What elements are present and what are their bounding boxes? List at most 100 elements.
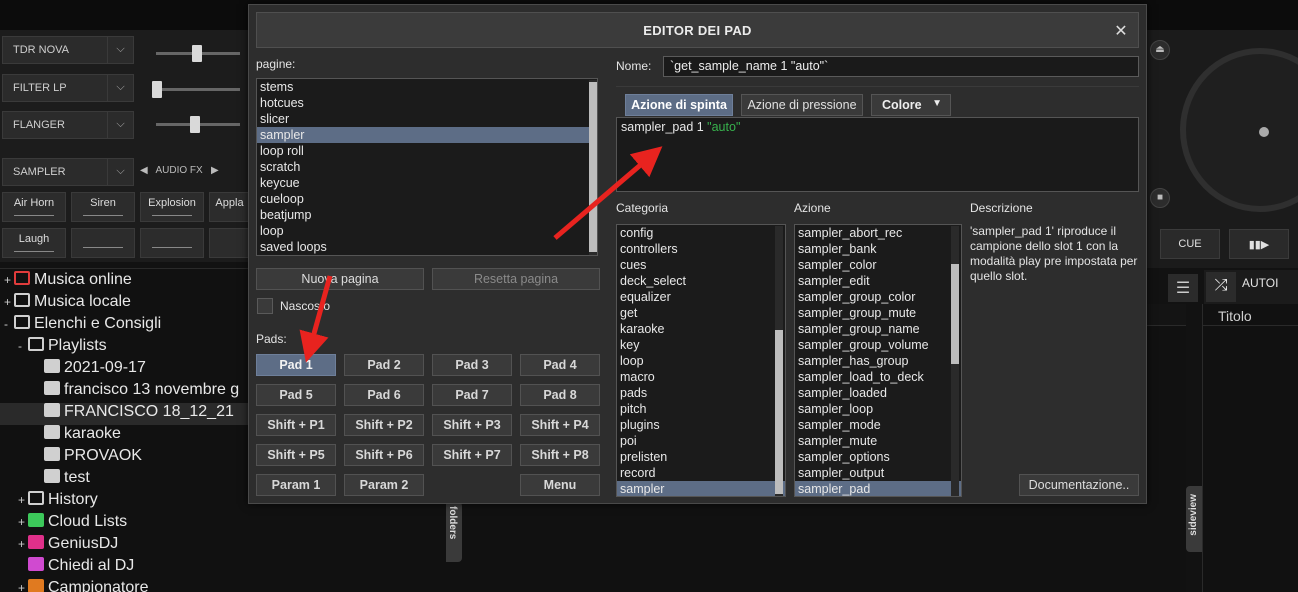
- category-list-item[interactable]: get: [617, 305, 785, 321]
- pad-button[interactable]: Shift + P7: [432, 444, 512, 466]
- tree-item-playlist[interactable]: PROVAOK: [44, 447, 142, 469]
- tab-press-action[interactable]: Azione di spinta: [625, 94, 733, 116]
- category-list-item[interactable]: loop: [617, 353, 785, 369]
- pad-button[interactable]: Shift + P5: [256, 444, 336, 466]
- tree-item-playlists[interactable]: - Playlists: [18, 337, 107, 359]
- tab-hold-action[interactable]: Azione di pressione: [741, 94, 863, 116]
- documentation-button[interactable]: Documentazione..: [1019, 474, 1139, 496]
- menu-button[interactable]: Menu: [520, 474, 600, 496]
- page-list-item[interactable]: saved loops: [257, 239, 597, 255]
- fx-slider-1[interactable]: [156, 45, 240, 62]
- pad-button[interactable]: Pad 6: [344, 384, 424, 406]
- action-list-item[interactable]: sampler_loop: [795, 401, 961, 417]
- page-list-item[interactable]: cueloop: [257, 191, 597, 207]
- folders-tab[interactable]: folders: [446, 502, 462, 562]
- category-list-item[interactable]: prelisten: [617, 449, 785, 465]
- tree-item-ask-dj[interactable]: Chiedi al DJ: [28, 557, 134, 579]
- pad-button[interactable]: Shift + P2: [344, 414, 424, 436]
- sampler-button-siren[interactable]: Siren: [71, 192, 135, 222]
- page-list-item[interactable]: sampler: [257, 127, 597, 143]
- stop-icon[interactable]: ■: [1150, 188, 1170, 208]
- script-editor[interactable]: sampler_pad 1 "auto": [616, 117, 1139, 192]
- action-list-item[interactable]: sampler_edit: [795, 273, 961, 289]
- category-list-item[interactable]: sampler: [617, 481, 785, 496]
- fx-select-2[interactable]: FILTER LP ⌵: [2, 74, 134, 102]
- category-list-item[interactable]: key: [617, 337, 785, 353]
- page-list-item[interactable]: slicer: [257, 111, 597, 127]
- tree-item-sampler[interactable]: + Campionatore: [18, 579, 149, 592]
- sampler-button-air-horn[interactable]: Air Horn: [2, 192, 66, 222]
- page-list-item[interactable]: scratch: [257, 159, 597, 175]
- action-list-item[interactable]: sampler_has_group: [795, 353, 961, 369]
- fx-slider-3[interactable]: [156, 116, 240, 133]
- page-list-item[interactable]: keycue: [257, 175, 597, 191]
- param1-button[interactable]: Param 1: [256, 474, 336, 496]
- page-list-item[interactable]: loop: [257, 223, 597, 239]
- page-list-item[interactable]: hotcues: [257, 95, 597, 111]
- action-list-item[interactable]: sampler_group_color: [795, 289, 961, 305]
- sampler-button-applause[interactable]: Appla: [209, 192, 250, 222]
- tree-item-history[interactable]: + History: [18, 491, 98, 513]
- action-list-item[interactable]: sampler_load_to_deck: [795, 369, 961, 385]
- play-pause-button[interactable]: ▮▮▶: [1229, 229, 1289, 259]
- action-list-item[interactable]: sampler_output: [795, 465, 961, 481]
- audio-fx-switch[interactable]: ◀ AUDIO FX ▶: [140, 165, 250, 176]
- page-list-item[interactable]: stems: [257, 79, 597, 95]
- hidden-checkbox[interactable]: [257, 298, 273, 314]
- category-list-item[interactable]: karaoke: [617, 321, 785, 337]
- action-list-item[interactable]: sampler_group_volume: [795, 337, 961, 353]
- fx-slider-2[interactable]: [152, 81, 240, 98]
- pad-button[interactable]: Shift + P8: [520, 444, 600, 466]
- pad-button[interactable]: Shift + P1: [256, 414, 336, 436]
- action-list-item[interactable]: sampler_color: [795, 257, 961, 273]
- eject-icon[interactable]: ⏏: [1150, 40, 1170, 60]
- pad-button[interactable]: Shift + P6: [344, 444, 424, 466]
- tree-item-playlist[interactable]: test: [44, 469, 90, 491]
- category-list-item[interactable]: macro: [617, 369, 785, 385]
- category-list-item[interactable]: plugins: [617, 417, 785, 433]
- action-list-item[interactable]: sampler_abort_rec: [795, 225, 961, 241]
- tree-item-local-music[interactable]: + Musica locale: [4, 293, 131, 315]
- cue-button[interactable]: CUE: [1160, 229, 1220, 259]
- pages-list[interactable]: stems hotcues slicer sampler loop roll scratc…: [256, 78, 598, 256]
- category-list-item[interactable]: pitch: [617, 401, 785, 417]
- tree-item-online-music[interactable]: + Musica online: [4, 271, 132, 293]
- action-list[interactable]: sampler_abort_rec sampler_bank sampler_col…: [794, 224, 962, 497]
- action-list-item[interactable]: sampler_mute: [795, 433, 961, 449]
- category-list-item[interactable]: pads: [617, 385, 785, 401]
- tree-item-cloud-lists[interactable]: + Cloud Lists: [18, 513, 127, 535]
- action-list-item[interactable]: sampler_pad: [795, 481, 961, 496]
- page-list-item[interactable]: loop roll: [257, 143, 597, 159]
- sideview-tab[interactable]: sideview: [1186, 486, 1202, 552]
- action-list-item[interactable]: sampler_group_mute: [795, 305, 961, 321]
- category-list-item[interactable]: deck_select: [617, 273, 785, 289]
- action-list-item[interactable]: sampler_loaded: [795, 385, 961, 401]
- pad-button[interactable]: Shift + P4: [520, 414, 600, 436]
- name-input[interactable]: `get_sample_name 1 "auto"`: [663, 56, 1139, 77]
- fx-select-3[interactable]: FLANGER ⌵: [2, 111, 134, 139]
- category-list-item[interactable]: cues: [617, 257, 785, 273]
- tree-item-playlist-selected[interactable]: FRANCISCO 18_12_21: [0, 403, 248, 425]
- action-list-item[interactable]: sampler_mode: [795, 417, 961, 433]
- page-list-item[interactable]: ...: [257, 255, 597, 256]
- tree-item-playlist[interactable]: 2021-09-17: [44, 359, 146, 381]
- close-icon[interactable]: ✕: [1114, 21, 1128, 41]
- sampler-button-explosion[interactable]: Explosion: [140, 192, 204, 222]
- color-dropdown[interactable]: Colore ▼: [871, 94, 951, 116]
- shuffle-icon[interactable]: ⤮: [1206, 272, 1236, 302]
- category-list-item[interactable]: equalizer: [617, 289, 785, 305]
- category-list-item[interactable]: record: [617, 465, 785, 481]
- category-list-item[interactable]: config: [617, 225, 785, 241]
- tree-item-playlist[interactable]: karaoke: [44, 425, 121, 447]
- pad-button[interactable]: Pad 3: [432, 354, 512, 376]
- category-list[interactable]: config controllers cues deck_select equalize…: [616, 224, 786, 497]
- new-page-button[interactable]: Nuova pagina: [256, 268, 424, 290]
- tree-item-lists-advice[interactable]: - Elenchi e Consigli: [4, 315, 161, 337]
- pad-button[interactable]: Pad 7: [432, 384, 512, 406]
- sampler-button-empty[interactable]: [209, 228, 250, 258]
- action-list-item[interactable]: sampler_group_name: [795, 321, 961, 337]
- sampler-button-laugh[interactable]: Laugh: [2, 228, 66, 258]
- page-list-item[interactable]: beatjump: [257, 207, 597, 223]
- pad-button[interactable]: Pad 5: [256, 384, 336, 406]
- category-list-item[interactable]: controllers: [617, 241, 785, 257]
